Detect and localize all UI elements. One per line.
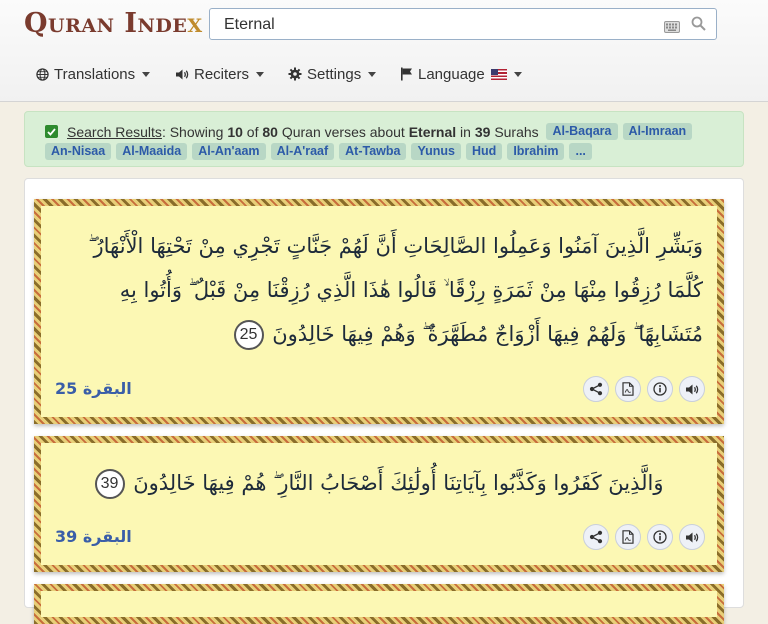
verse-reference[interactable]: البقرة 25 bbox=[55, 379, 132, 398]
verse-arabic: وَبَشِّرِ الَّذِينَ آمَنُوا وَعَمِلُوا ا… bbox=[88, 234, 703, 346]
audio-icon bbox=[686, 384, 699, 394]
chevron-down-icon bbox=[368, 71, 377, 77]
verse-card: وَالَّذِينَ كَفَرُوا وَكَذَّبُوا بِآيَات… bbox=[34, 436, 724, 572]
verse-actions bbox=[577, 376, 705, 402]
verse-text: وَبَشِّرِ الَّذِينَ آمَنُوا وَعَمِلُوا ا… bbox=[55, 224, 703, 356]
verse-text: وَالَّذِينَ كَفَرُوا وَكَذَّبُوا بِآيَات… bbox=[55, 461, 703, 505]
nav-reciters-label: Reciters bbox=[194, 65, 250, 83]
chevron-down-icon bbox=[256, 71, 265, 77]
info-icon bbox=[653, 530, 667, 544]
results-colon: : bbox=[161, 123, 170, 140]
surah-tags: An-Nisaa Al-Maaida Al-An'aam Al-A'raaf A… bbox=[45, 143, 597, 160]
us-flag-icon bbox=[490, 68, 507, 80]
surah-tag[interactable]: An-Nisaa bbox=[45, 143, 112, 160]
results-showing: Showing bbox=[169, 123, 224, 140]
info-icon bbox=[653, 382, 667, 396]
results-count: 10 bbox=[227, 123, 243, 140]
info-button[interactable] bbox=[647, 376, 673, 402]
pdf-icon bbox=[622, 382, 634, 396]
logo-x: x bbox=[187, 8, 203, 39]
nav-reciters[interactable]: Reciters bbox=[175, 62, 265, 86]
nav-settings-label: Settings bbox=[307, 65, 362, 83]
pdf-button[interactable] bbox=[615, 376, 641, 402]
share-icon bbox=[589, 530, 603, 544]
play-audio-button[interactable] bbox=[679, 524, 705, 550]
verse-card-partial bbox=[34, 584, 724, 624]
share-button[interactable] bbox=[583, 524, 609, 550]
nav-translations-label: Translations bbox=[54, 65, 136, 83]
check-icon bbox=[45, 125, 58, 138]
verse-reference[interactable]: البقرة 39 bbox=[55, 527, 132, 546]
surah-tag[interactable]: Al-Maaida bbox=[116, 143, 188, 160]
surah-name: البقرة bbox=[82, 379, 132, 398]
pdf-button[interactable] bbox=[615, 524, 641, 550]
gear-icon bbox=[288, 67, 302, 81]
chevron-down-icon bbox=[142, 71, 151, 77]
surah-tag[interactable]: Al-An'aam bbox=[192, 143, 266, 160]
speaker-icon bbox=[176, 69, 189, 79]
results-of: of bbox=[246, 123, 259, 140]
globe-icon bbox=[36, 67, 49, 81]
ayah-number: 25 bbox=[233, 320, 264, 350]
nav-language[interactable]: Language bbox=[400, 62, 522, 86]
surah-tag[interactable]: Al-Imraan bbox=[622, 123, 693, 140]
chevron-down-icon bbox=[513, 71, 522, 77]
surah-tag[interactable]: Ibrahim bbox=[507, 143, 565, 160]
nav-settings[interactable]: Settings bbox=[288, 62, 377, 86]
site-logo[interactable]: Quran Index bbox=[24, 8, 203, 39]
verse-ref-number: 25 bbox=[55, 379, 78, 398]
logo-text: Quran Inde bbox=[24, 8, 188, 39]
search-icon[interactable] bbox=[691, 16, 706, 35]
surah-tag[interactable]: At-Tawba bbox=[339, 143, 407, 160]
flag-icon bbox=[401, 67, 412, 81]
play-audio-button[interactable] bbox=[679, 376, 705, 402]
verse-arabic: وَالَّذِينَ كَفَرُوا وَكَذَّبُوا بِآيَات… bbox=[133, 471, 664, 495]
results-middle: Quran verses about bbox=[281, 123, 405, 140]
results-total: 80 bbox=[262, 123, 278, 140]
surah-tag[interactable]: Hud bbox=[466, 143, 503, 160]
results-in: in bbox=[460, 123, 471, 140]
search-results-link[interactable]: Search Results bbox=[67, 124, 162, 140]
results-summary: Search Results: Showing 10 of 80 Quran v… bbox=[45, 123, 697, 140]
verse-actions bbox=[577, 524, 705, 550]
info-button[interactable] bbox=[647, 524, 673, 550]
more-surahs-tag[interactable]: ... bbox=[569, 143, 592, 160]
verse-card: وَبَشِّرِ الَّذِينَ آمَنُوا وَعَمِلُوا ا… bbox=[34, 199, 724, 424]
results-term: Eternal bbox=[408, 123, 457, 140]
search-box bbox=[209, 8, 717, 40]
results-surahs-word: Surahs bbox=[494, 123, 539, 140]
keyboard-icon[interactable] bbox=[664, 18, 680, 37]
surah-tag[interactable]: Al-A'raaf bbox=[270, 143, 335, 160]
ayah-number: 39 bbox=[94, 469, 125, 499]
audio-icon bbox=[686, 532, 699, 542]
pdf-icon bbox=[622, 530, 634, 544]
verse-ref-number: 39 bbox=[55, 527, 78, 546]
header: Quran Index Translations Reciters Settin… bbox=[0, 0, 768, 102]
results-surahs-count: 39 bbox=[474, 123, 491, 140]
share-icon bbox=[589, 382, 603, 396]
search-results-panel: Search Results: Showing 10 of 80 Quran v… bbox=[24, 111, 744, 167]
share-button[interactable] bbox=[583, 376, 609, 402]
nav-translations[interactable]: Translations bbox=[36, 62, 151, 86]
nav-language-label: Language bbox=[418, 65, 485, 83]
surah-name: البقرة bbox=[82, 527, 132, 546]
surah-tag[interactable]: Yunus bbox=[411, 143, 461, 160]
surah-tag[interactable]: Al-Baqara bbox=[546, 123, 618, 140]
search-input[interactable] bbox=[222, 14, 646, 36]
